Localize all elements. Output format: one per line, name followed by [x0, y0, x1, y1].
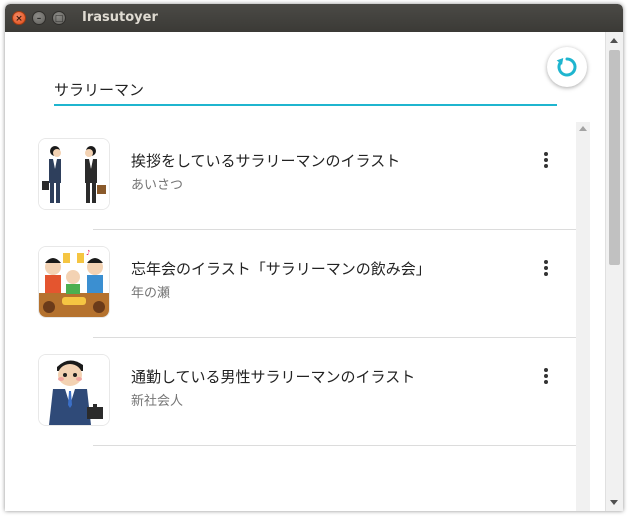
drinking-party-icon: ♪ [39, 247, 109, 317]
search-input[interactable] [54, 78, 534, 100]
svg-text:♪: ♪ [86, 249, 90, 257]
more-vert-icon [544, 368, 548, 372]
result-thumbnail[interactable] [38, 354, 110, 426]
title-bar: × – □ Irasutoyer [5, 4, 623, 32]
close-window-button[interactable]: × [12, 11, 26, 25]
commuting-salaryman-icon [39, 355, 109, 425]
more-vert-icon [544, 152, 548, 156]
result-title: 挨拶をしているサラリーマンのイラスト [131, 152, 401, 170]
result-title: 通勤している男性サラリーマンのイラスト [131, 368, 416, 386]
scrollbar-thumb[interactable] [609, 50, 620, 265]
results-list: 挨拶をしているサラリーマンのイラスト あいさつ ♪ 忘年会のイラスト「サラリーマ… [5, 122, 577, 511]
minimize-window-button[interactable]: – [32, 11, 46, 25]
more-options-button[interactable] [538, 366, 554, 386]
bowing-salarymen-icon [39, 139, 109, 209]
list-scrollbar[interactable] [576, 122, 590, 511]
result-category: あいさつ [131, 178, 184, 193]
maximize-window-button[interactable]: □ [52, 11, 66, 25]
result-category: 年の瀬 [131, 286, 171, 301]
search-field[interactable] [54, 74, 557, 106]
refresh-icon [556, 57, 577, 77]
result-category: 新社会人 [131, 394, 184, 409]
list-item[interactable]: ♪ 忘年会のイラスト「サラリーマンの飲み会」 年の瀬 [5, 230, 577, 338]
scroll-up-arrow-icon[interactable] [579, 126, 587, 131]
window-scrollbar[interactable] [605, 32, 623, 511]
window-title: Irasutoyer [82, 10, 158, 25]
app-window: × – □ Irasutoyer サラリーマン 挨拶をしているサラリーマンのイラ… [5, 4, 623, 511]
list-item[interactable]: 挨拶をしているサラリーマンのイラスト あいさつ [5, 122, 577, 230]
more-vert-icon [544, 260, 548, 264]
result-title: 忘年会のイラスト「サラリーマンの飲み会」 [131, 260, 431, 278]
more-options-button[interactable] [538, 258, 554, 278]
divider [93, 445, 577, 446]
scroll-up-arrow-icon[interactable] [610, 38, 618, 43]
result-thumbnail[interactable]: ♪ [38, 246, 110, 318]
list-item[interactable]: 通勤している男性サラリーマンのイラスト 新社会人 [5, 338, 577, 446]
result-thumbnail[interactable] [38, 138, 110, 210]
more-options-button[interactable] [538, 150, 554, 170]
scroll-down-arrow-icon[interactable] [610, 500, 618, 505]
